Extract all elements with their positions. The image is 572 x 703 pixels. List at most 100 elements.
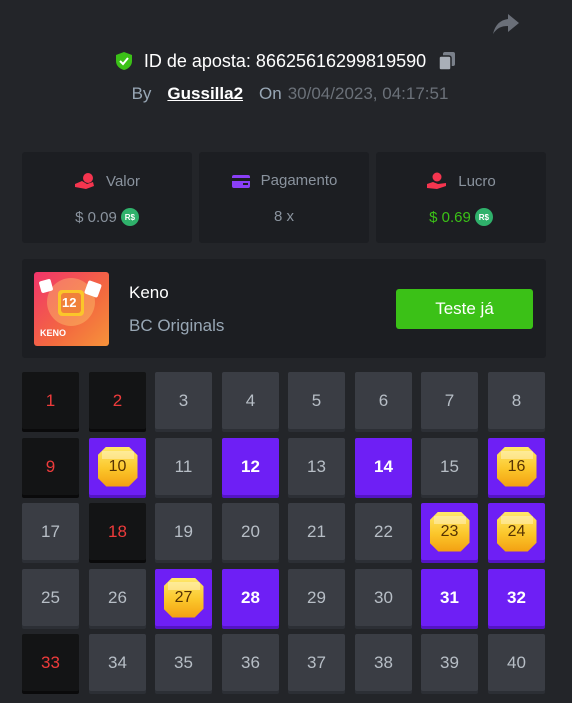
game-thumbnail[interactable]: 12 KENO (34, 272, 109, 346)
gem-icon: 24 (496, 511, 537, 552)
game-provider: BC Originals (129, 316, 225, 335)
keno-cell-number: 29 (307, 587, 326, 607)
keno-cell-28: 28 (222, 569, 279, 626)
keno-cell-number: 11 (174, 456, 193, 476)
keno-cell-10: 10 (89, 438, 146, 495)
profit-hand-icon (427, 172, 447, 189)
keno-cell-32: 32 (488, 569, 545, 626)
keno-cell-11: 11 (155, 438, 212, 495)
keno-cell-number: 33 (41, 652, 60, 672)
keno-cell-number: 4 (245, 390, 256, 410)
keno-cell-27: 27 (155, 569, 212, 626)
keno-cell-number: 18 (108, 521, 127, 541)
pagamento-label: Pagamento (260, 172, 338, 189)
keno-cell-26: 26 (89, 569, 146, 626)
bet-id: ID de aposta: 86625616299819590 (143, 50, 427, 71)
keno-cell-number: 36 (241, 652, 260, 672)
keno-cell-number: 5 (311, 390, 322, 410)
keno-cell-38: 38 (355, 634, 412, 691)
keno-cell-number: 20 (241, 521, 260, 541)
keno-cell-number: 6 (378, 390, 389, 410)
keno-cell-16: 16 (488, 438, 545, 495)
on-label: On (259, 84, 282, 103)
coin-icon: R$ (120, 208, 139, 226)
keno-cell-number: 9 (45, 456, 56, 476)
keno-cell-35: 35 (155, 634, 212, 691)
keno-cell-6: 6 (355, 372, 412, 429)
keno-cell-25: 25 (22, 569, 79, 626)
lucro-value: $ 0.69 (429, 208, 471, 226)
keno-cell-22: 22 (355, 503, 412, 560)
username-link[interactable]: Gussilla2 (167, 84, 243, 104)
coin-icon: R$ (474, 208, 493, 226)
keno-cell-number: 26 (108, 587, 127, 607)
keno-cell-number: 35 (174, 652, 193, 672)
keno-cell-13: 13 (288, 438, 345, 495)
keno-cell-number: 30 (374, 587, 393, 607)
gem-icon: 23 (429, 511, 470, 552)
keno-cell-40: 40 (488, 634, 545, 691)
keno-cell-1: 1 (22, 372, 79, 429)
keno-cell-number: 14 (374, 456, 393, 476)
keno-cell-39: 39 (421, 634, 478, 691)
keno-cell-number: 38 (374, 652, 393, 672)
keno-cell-5: 5 (288, 372, 345, 429)
keno-cell-24: 24 (488, 503, 545, 560)
keno-cell-number: 8 (511, 390, 522, 410)
keno-cell-31: 31 (421, 569, 478, 626)
keno-cell-number: 1 (45, 390, 56, 410)
author-row: By Gussilla2 On 30/04/2023, 04:17:51 (0, 84, 572, 104)
stat-pagamento: Pagamento 8 x (199, 152, 369, 243)
game-name[interactable]: Keno (129, 283, 169, 303)
keno-cell-17: 17 (22, 503, 79, 560)
by-label: By (131, 84, 152, 103)
shield-check-icon (115, 52, 132, 70)
bet-id-row: ID de aposta: 86625616299819590 (0, 50, 572, 72)
keno-cell-number: 28 (241, 587, 260, 607)
keno-cell-14: 14 (355, 438, 412, 495)
keno-cell-number: 32 (507, 587, 526, 607)
stat-valor: Valor $ 0.09 R$ (22, 152, 192, 243)
gem-icon: 16 (496, 446, 537, 487)
keno-cell-8: 8 (488, 372, 545, 429)
try-game-button[interactable]: Teste já (396, 289, 533, 329)
keno-cell-number: 37 (307, 652, 326, 672)
keno-cell-number: 25 (41, 587, 60, 607)
keno-cell-23: 23 (421, 503, 478, 560)
thumb-number: 12 (62, 295, 77, 310)
keno-cell-number: 39 (440, 652, 459, 672)
keno-cell-37: 37 (288, 634, 345, 691)
wallet-icon (231, 174, 250, 188)
keno-cell-34: 34 (89, 634, 146, 691)
keno-cell-18: 18 (89, 503, 146, 560)
bet-amount-icon (75, 173, 95, 189)
keno-cell-number: 3 (178, 390, 189, 410)
keno-cell-36: 36 (222, 634, 279, 691)
pagamento-value: 8 x (273, 208, 294, 225)
keno-cell-number: 19 (174, 521, 193, 541)
keno-cell-20: 20 (222, 503, 279, 560)
keno-cell-9: 9 (22, 438, 79, 495)
stat-lucro: Lucro $ 0.69 R$ (376, 152, 546, 243)
lucro-label: Lucro (458, 172, 496, 190)
keno-cell-3: 3 (155, 372, 212, 429)
keno-cell-19: 19 (155, 503, 212, 560)
keno-cell-33: 33 (22, 634, 79, 691)
valor-value: $ 0.09 (75, 208, 117, 226)
keno-cell-number: 2 (112, 390, 123, 410)
keno-cell-number: 15 (440, 456, 459, 476)
copy-icon[interactable] (436, 50, 458, 72)
keno-cell-number: 34 (108, 652, 127, 672)
share-icon[interactable] (490, 10, 522, 38)
keno-cell-number: 7 (444, 390, 455, 410)
valor-label: Valor (106, 172, 140, 190)
keno-cell-number: 12 (241, 456, 260, 476)
thumb-text: KENO (40, 328, 67, 338)
keno-cell-29: 29 (288, 569, 345, 626)
keno-cell-7: 7 (421, 372, 478, 429)
keno-cell-number: 21 (307, 521, 326, 541)
keno-cell-number: 13 (307, 456, 326, 476)
game-card: 12 KENO Keno BC Originals Teste já (22, 259, 546, 358)
keno-cell-number: 31 (440, 587, 459, 607)
keno-cell-number: 40 (507, 652, 526, 672)
